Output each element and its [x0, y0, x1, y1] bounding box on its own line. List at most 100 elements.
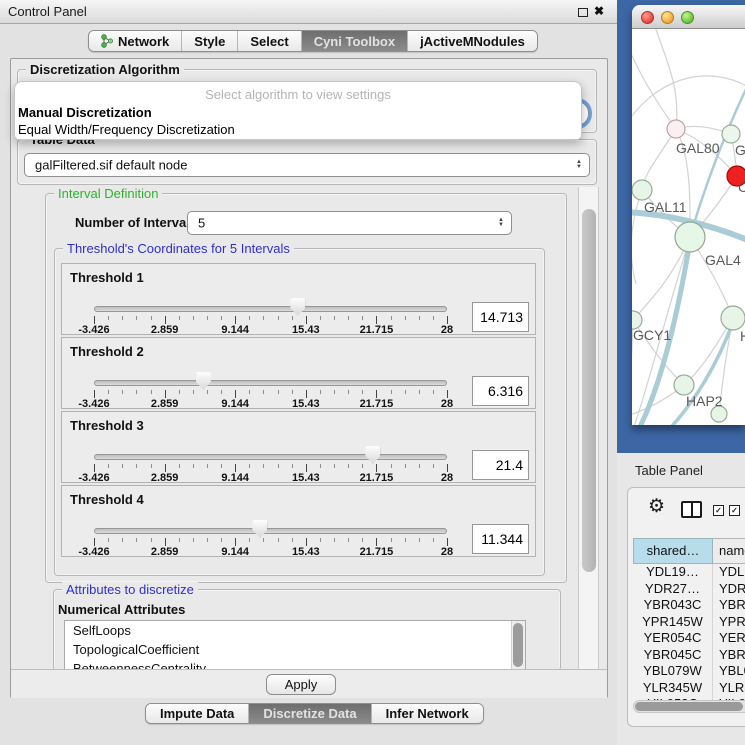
tab-cyni-toolbox[interactable]: Cyni Toolbox	[302, 31, 408, 51]
table-row[interactable]: YBR045CYBR045C	[633, 647, 745, 664]
table-horizontal-scrollbar[interactable]	[633, 700, 745, 713]
tab-impute-data[interactable]: Impute Data	[146, 704, 249, 723]
combo-spinner-icon[interactable]: ▲▼	[498, 218, 504, 228]
node-table[interactable]: shared… name YDL19…YDL19…YDR27…YDR27…YBR…	[633, 538, 745, 713]
table-data-group: Table Data galFiltered.sif default node …	[17, 139, 597, 185]
tab-style[interactable]: Style	[182, 31, 238, 51]
tab-impute-data-label: Impute Data	[160, 706, 234, 721]
table-scrollbar-thumb[interactable]	[635, 702, 743, 711]
table-data-combobox[interactable]: galFiltered.sif default node ▲▼	[24, 153, 590, 177]
slider-scale-labels: -3.4262.8599.14415.4321.71528	[94, 324, 447, 336]
column-header-name[interactable]: name	[713, 538, 745, 564]
panel-scrollbar-thumb[interactable]	[582, 209, 596, 572]
table-panel-title: Table Panel	[635, 463, 703, 478]
table-row[interactable]: YBR043CYBR043C	[633, 597, 745, 614]
column-header-shared-name[interactable]: shared…	[633, 538, 713, 564]
network-canvas[interactable]: GAL80GALCGAL11GAL4GCY1HHAP2	[632, 29, 745, 425]
network-desktop-frame: GAL80GALCGAL11GAL4GCY1HHAP2	[617, 0, 745, 453]
threshold-value-field[interactable]: 11.344	[472, 524, 529, 554]
popup-item-manual-discretization[interactable]: Manual Discretization	[18, 105, 152, 120]
slider-scale-labels: -3.4262.8599.14415.4321.71528	[94, 472, 447, 484]
network-node[interactable]	[632, 180, 652, 200]
numerical-attributes-list[interactable]: SelfLoopsTopologicalCoefficientBetweenne…	[64, 620, 526, 670]
tab-jactivemnodules-label: jActiveMNodules	[420, 34, 525, 49]
interval-definition-group: Interval Definition Number of Intervals …	[45, 193, 567, 583]
table-rows: YDL19…YDL19…YDR27…YDR27…YBR043CYBR043CYP…	[633, 564, 745, 713]
apply-button[interactable]: Apply	[266, 674, 336, 695]
table-panel-body: ⚙ ✓ ✓ shared… name YDL19…YDL19…YDR27…YDR…	[627, 487, 745, 727]
zoom-traffic-light[interactable]	[681, 11, 694, 24]
table-row[interactable]: YER054CYER054C	[633, 630, 745, 647]
minimize-traffic-light[interactable]	[661, 11, 674, 24]
tab-discretize-data-label: Discretize Data	[263, 706, 356, 721]
slider-track[interactable]	[94, 454, 447, 460]
close-icon[interactable]: ✖	[594, 4, 604, 18]
attribute-list-item[interactable]: TopologicalCoefficient	[65, 640, 525, 659]
tab-network[interactable]: Network	[89, 31, 182, 51]
cyni-bottom-tabs: Impute Data Discretize Data Infer Networ…	[145, 703, 484, 724]
network-node[interactable]	[674, 375, 694, 395]
slider-thumb[interactable]	[252, 520, 267, 538]
threshold-value-field[interactable]: 21.4	[472, 450, 529, 480]
threshold-1-row: Threshold 1-3.4262.8599.14415.4321.71528…	[61, 263, 536, 335]
node-label: C	[738, 179, 745, 195]
attributes-group: Attributes to discretize Numerical Attri…	[53, 589, 561, 671]
tab-select-label: Select	[250, 34, 288, 49]
tab-style-label: Style	[194, 34, 225, 49]
threshold-value-field[interactable]: 6.316	[472, 376, 529, 406]
attributes-scrollbar-thumb[interactable]	[513, 623, 523, 667]
slider-thumb[interactable]	[365, 446, 380, 464]
table-panel: Table Panel ⚙ ✓ ✓ shared… name YDL19…YDL…	[617, 453, 745, 745]
attribute-items: SelfLoopsTopologicalCoefficientBetweenne…	[65, 621, 525, 670]
network-icon	[101, 34, 114, 48]
tab-discretize-data[interactable]: Discretize Data	[249, 704, 371, 723]
node-label: HAP2	[686, 393, 723, 409]
slider-scale-labels: -3.4262.8599.14415.4321.71528	[94, 546, 447, 558]
window-title: Control Panel	[8, 4, 87, 19]
table-row[interactable]: YBL079WYBL079W	[633, 663, 745, 680]
number-of-intervals-label: Number of Intervals	[75, 215, 197, 230]
network-node[interactable]	[667, 120, 685, 138]
slider-track[interactable]	[94, 380, 447, 386]
threshold-label: Threshold 2	[70, 344, 144, 359]
close-traffic-light[interactable]	[641, 11, 654, 24]
attributes-scrollbar[interactable]	[511, 621, 525, 669]
table-row[interactable]: YDL19…YDL19…	[633, 564, 745, 581]
tab-jactivemnodules[interactable]: jActiveMNodules	[408, 31, 537, 51]
network-window-titlebar[interactable]	[632, 5, 745, 29]
split-columns-icon[interactable]	[681, 501, 702, 518]
slider-thumb[interactable]	[290, 298, 305, 316]
float-window-icon[interactable]	[578, 8, 588, 17]
algorithm-dropdown-popup: Select algorithm to view settings Manual…	[14, 81, 582, 140]
checkbox-icon[interactable]: ✓	[729, 505, 740, 516]
threshold-value-field[interactable]: 14.713	[472, 302, 529, 332]
table-row[interactable]: YLR345WYLR345W	[633, 680, 745, 697]
slider-track[interactable]	[94, 306, 447, 312]
node-label: H	[740, 328, 745, 344]
attribute-list-item[interactable]: SelfLoops	[65, 621, 525, 640]
popup-item-equal-width-frequency[interactable]: Equal Width/Frequency Discretization	[18, 122, 235, 137]
panel-vertical-scrollbar[interactable]	[578, 187, 599, 669]
tab-select[interactable]: Select	[238, 31, 301, 51]
slider-track[interactable]	[94, 528, 447, 534]
table-row[interactable]: YPR145WYPR145W	[633, 614, 745, 631]
tab-infer-network[interactable]: Infer Network	[372, 704, 483, 723]
table-data-combobox-value: galFiltered.sif default node	[35, 158, 187, 173]
gear-icon[interactable]: ⚙	[648, 495, 665, 518]
node-label: GAL	[735, 142, 745, 158]
table-row[interactable]: YDR27…YDR27…	[633, 581, 745, 598]
node-label: GAL4	[705, 252, 741, 268]
network-node[interactable]	[675, 222, 705, 252]
algorithm-group-title: Discretization Algorithm	[26, 62, 184, 77]
table-header-row: shared… name	[633, 538, 745, 564]
slider-thumb[interactable]	[196, 372, 211, 390]
node-label: GCY1	[633, 327, 671, 343]
threshold-3-row: Threshold 3-3.4262.8599.14415.4321.71528…	[61, 411, 536, 483]
slider-scale-labels: -3.4262.8599.14415.4321.71528	[94, 398, 447, 410]
number-of-intervals-combobox[interactable]: 5 ▲▼	[187, 211, 512, 235]
network-node[interactable]	[721, 306, 745, 330]
combo-spinner-icon[interactable]: ▲▼	[576, 160, 582, 170]
checkbox-icon[interactable]: ✓	[713, 505, 724, 516]
cyni-toolbox-panel: Discretization Algorithm Table Data galF…	[10, 58, 608, 698]
network-node[interactable]	[722, 125, 740, 143]
